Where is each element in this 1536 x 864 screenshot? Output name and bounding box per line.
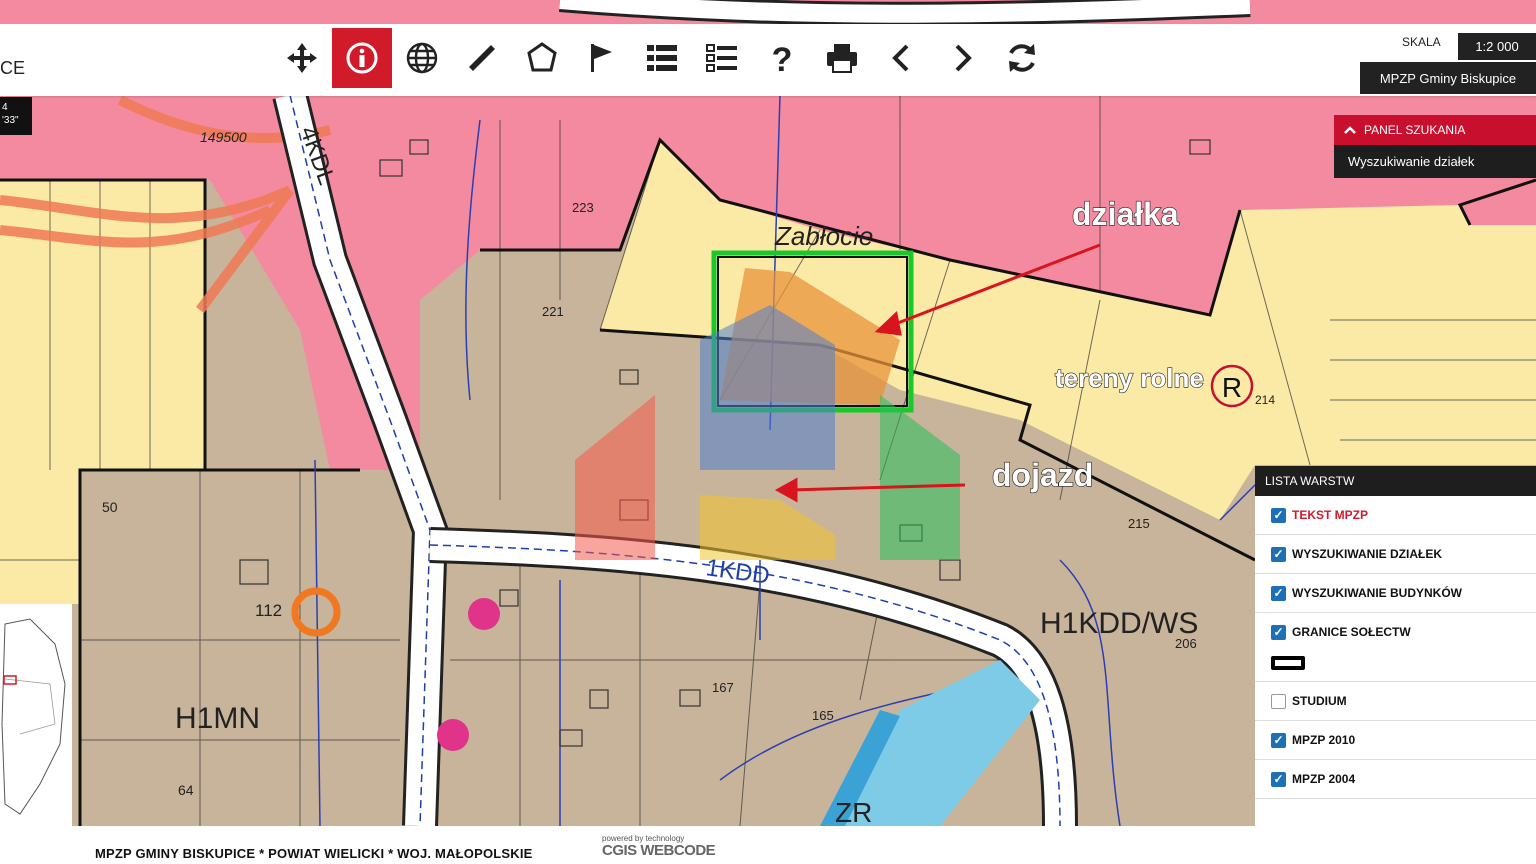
zone-yellow — [0, 470, 80, 604]
svg-text:206: 206 — [1175, 636, 1197, 651]
chevron-right-icon — [955, 44, 972, 72]
help-button[interactable]: ? — [752, 28, 812, 88]
label-dojazd: dojazd — [992, 457, 1093, 493]
layer-item[interactable]: STUDIUM — [1255, 682, 1536, 721]
flag-button[interactable] — [572, 28, 632, 88]
zone-yellow — [0, 180, 205, 470]
globe-button[interactable] — [392, 28, 452, 88]
forward-button[interactable] — [932, 28, 992, 88]
svg-text:165: 165 — [812, 708, 834, 723]
chevron-up-icon — [1344, 126, 1356, 134]
measure-area-button[interactable] — [512, 28, 572, 88]
layer-label: STUDIUM — [1292, 694, 1347, 708]
layer-label: WYSZUKIWANIE DZIAŁEK — [1292, 547, 1442, 561]
move-icon — [287, 43, 317, 73]
svg-text:221: 221 — [542, 304, 564, 319]
footer: MPZP GMINY BISKUPICE * POWIAT WIELICKI *… — [0, 826, 1536, 864]
layers-panel: LISTA WARSTW ✓ TEKST MPZP ✓ WYSZUKIWANIE DZ… — [1255, 466, 1536, 826]
boundary-legend-swatch — [1271, 655, 1305, 670]
globe-icon — [406, 42, 438, 74]
refresh-button[interactable] — [992, 28, 1052, 88]
toolbar: CE ? — [0, 24, 1536, 96]
layer-label: MPZP 2004 — [1292, 772, 1356, 786]
pan-button[interactable] — [272, 28, 332, 88]
layer-label: TEKST MPZP — [1292, 508, 1369, 522]
layer-checkbox[interactable]: ✓ — [1271, 546, 1286, 562]
footer-text: MPZP GMINY BISKUPICE * POWIAT WIELICKI *… — [95, 846, 533, 861]
list-icon — [647, 45, 677, 71]
info-icon — [346, 42, 378, 74]
layer-checkbox[interactable]: ✓ — [1271, 507, 1286, 523]
layer-label: GRANICE SOŁECTW — [1292, 625, 1411, 639]
refresh-icon — [1009, 44, 1035, 72]
help-icon: ? — [772, 41, 793, 76]
layer-checkbox[interactable] — [1271, 693, 1286, 709]
zone-brown-h1mn — [80, 470, 410, 826]
layer-label: MPZP 2010 — [1292, 733, 1356, 747]
print-icon — [827, 44, 857, 73]
layer-item[interactable]: ✓ TEKST MPZP — [1255, 496, 1536, 535]
svg-text:50: 50 — [102, 499, 118, 515]
legend-button[interactable] — [632, 28, 692, 88]
layer-item[interactable]: ✓ WYSZUKIWANIE DZIAŁEK — [1255, 535, 1536, 574]
checklist-icon — [706, 44, 737, 72]
coordinates-readout: 4 '33" — [0, 97, 32, 135]
svg-text:167: 167 — [712, 680, 734, 695]
chevron-left-icon — [892, 44, 909, 72]
label-zablocie: Zabłocie — [774, 221, 873, 251]
svg-text:215: 215 — [1128, 516, 1150, 531]
measure-distance-button[interactable] — [452, 28, 512, 88]
back-button[interactable] — [872, 28, 932, 88]
layers-panel-header: LISTA WARSTW — [1255, 466, 1536, 496]
scale-label: SKALA — [1402, 35, 1441, 49]
search-parcels-item[interactable]: Wyszukiwanie działek — [1334, 145, 1536, 178]
search-panel-header[interactable]: PANEL SZUKANIA — [1334, 115, 1536, 145]
app-title: CE — [0, 58, 26, 78]
layer-label: WYSZUKIWANIE BUDYNKÓW — [1292, 586, 1462, 600]
label-112: 112 — [255, 601, 282, 620]
svg-text:?: ? — [772, 41, 793, 76]
label-h1mn: H1MN — [175, 702, 260, 735]
print-button[interactable] — [812, 28, 872, 88]
scale-value[interactable]: 1:2 000 — [1458, 33, 1536, 60]
ruler-icon — [469, 45, 495, 71]
magenta-marker — [468, 598, 500, 630]
magenta-marker — [437, 719, 469, 751]
flag-icon — [591, 44, 612, 72]
tool-group: ? — [272, 28, 1052, 90]
project-selector[interactable]: MPZP Gminy Biskupice — [1360, 62, 1536, 94]
layer-item[interactable]: ✓ GRANICE SOŁECTW — [1255, 613, 1536, 682]
overview-inset[interactable] — [0, 604, 72, 826]
label-dzialka: działka — [1072, 196, 1179, 232]
search-panel: PANEL SZUKANIA Wyszukiwanie działek — [1334, 115, 1536, 178]
layer-checkbox[interactable]: ✓ — [1271, 585, 1286, 601]
svg-text:149500: 149500 — [200, 129, 247, 145]
layer-checkbox[interactable]: ✓ — [1271, 732, 1286, 748]
r-symbol: R — [1222, 372, 1242, 403]
layer-item[interactable]: ✓ MPZP 2004 — [1255, 760, 1536, 799]
webcode-logo: CGIS WEBCODE — [602, 842, 716, 859]
label-tereny-rolne: tereny rolne — [1055, 363, 1204, 393]
layer-checkbox[interactable]: ✓ — [1271, 624, 1286, 640]
svg-text:64: 64 — [178, 782, 194, 798]
layers-list-button[interactable] — [692, 28, 752, 88]
svg-text:214: 214 — [1255, 393, 1275, 407]
polygon-icon — [527, 42, 557, 72]
layer-item[interactable]: ✓ MPZP 2010 — [1255, 721, 1536, 760]
layer-item[interactable]: ✓ WYSZUKIWANIE BUDYNKÓW — [1255, 574, 1536, 613]
info-button[interactable] — [332, 28, 392, 88]
svg-text:223: 223 — [572, 200, 594, 215]
layer-checkbox[interactable]: ✓ — [1271, 771, 1286, 787]
label-zr: ZR — [835, 797, 872, 826]
